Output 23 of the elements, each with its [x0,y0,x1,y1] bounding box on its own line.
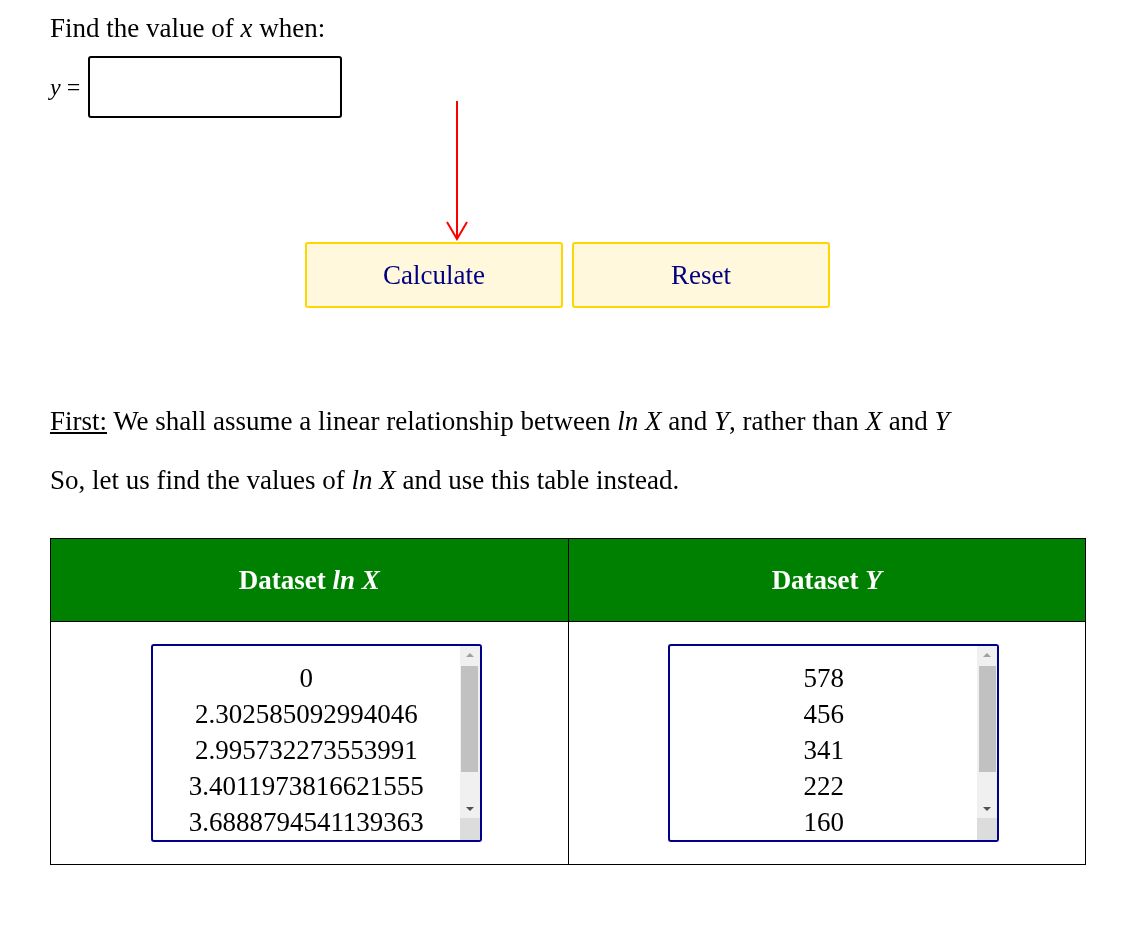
data-value: 222 [803,770,844,803]
data-value: 3.6888794541139363 [188,806,424,839]
calculate-button[interactable]: Calculate [305,242,563,308]
column-header: Dataset ln X [50,538,568,622]
paragraph-text: So, let us find the values of ln X and use this table instead. [50,464,681,497]
data-value: 2.302585092994046 [194,698,418,731]
input-field[interactable] [88,56,343,118]
data-value: 0 [299,662,313,695]
data-textarea[interactable]: 578 456 341 222 160 [668,644,1000,842]
input-label: y = [50,73,81,101]
question-text: Find the value of x when: [50,12,327,45]
scrollbar[interactable] [459,646,480,840]
data-value: 578 [803,662,844,695]
reset-button[interactable]: Reset [572,242,830,308]
data-value: 341 [803,734,844,767]
column-header: Dataset Y [568,538,1086,622]
paragraph-text: First: We shall assume a linear relationship between ln X and Y, rather than X and Y [50,405,950,438]
data-value: 2.995732273553991 [194,734,418,767]
scrollbar[interactable] [977,646,998,840]
data-value: 160 [803,806,844,839]
data-value: 3.4011973816621555 [188,770,424,803]
data-value: 456 [803,698,844,731]
data-textarea[interactable]: 0 2.302585092994046 2.995732273553991 3.4011973816621555 3.6888794541139363 [150,644,482,842]
